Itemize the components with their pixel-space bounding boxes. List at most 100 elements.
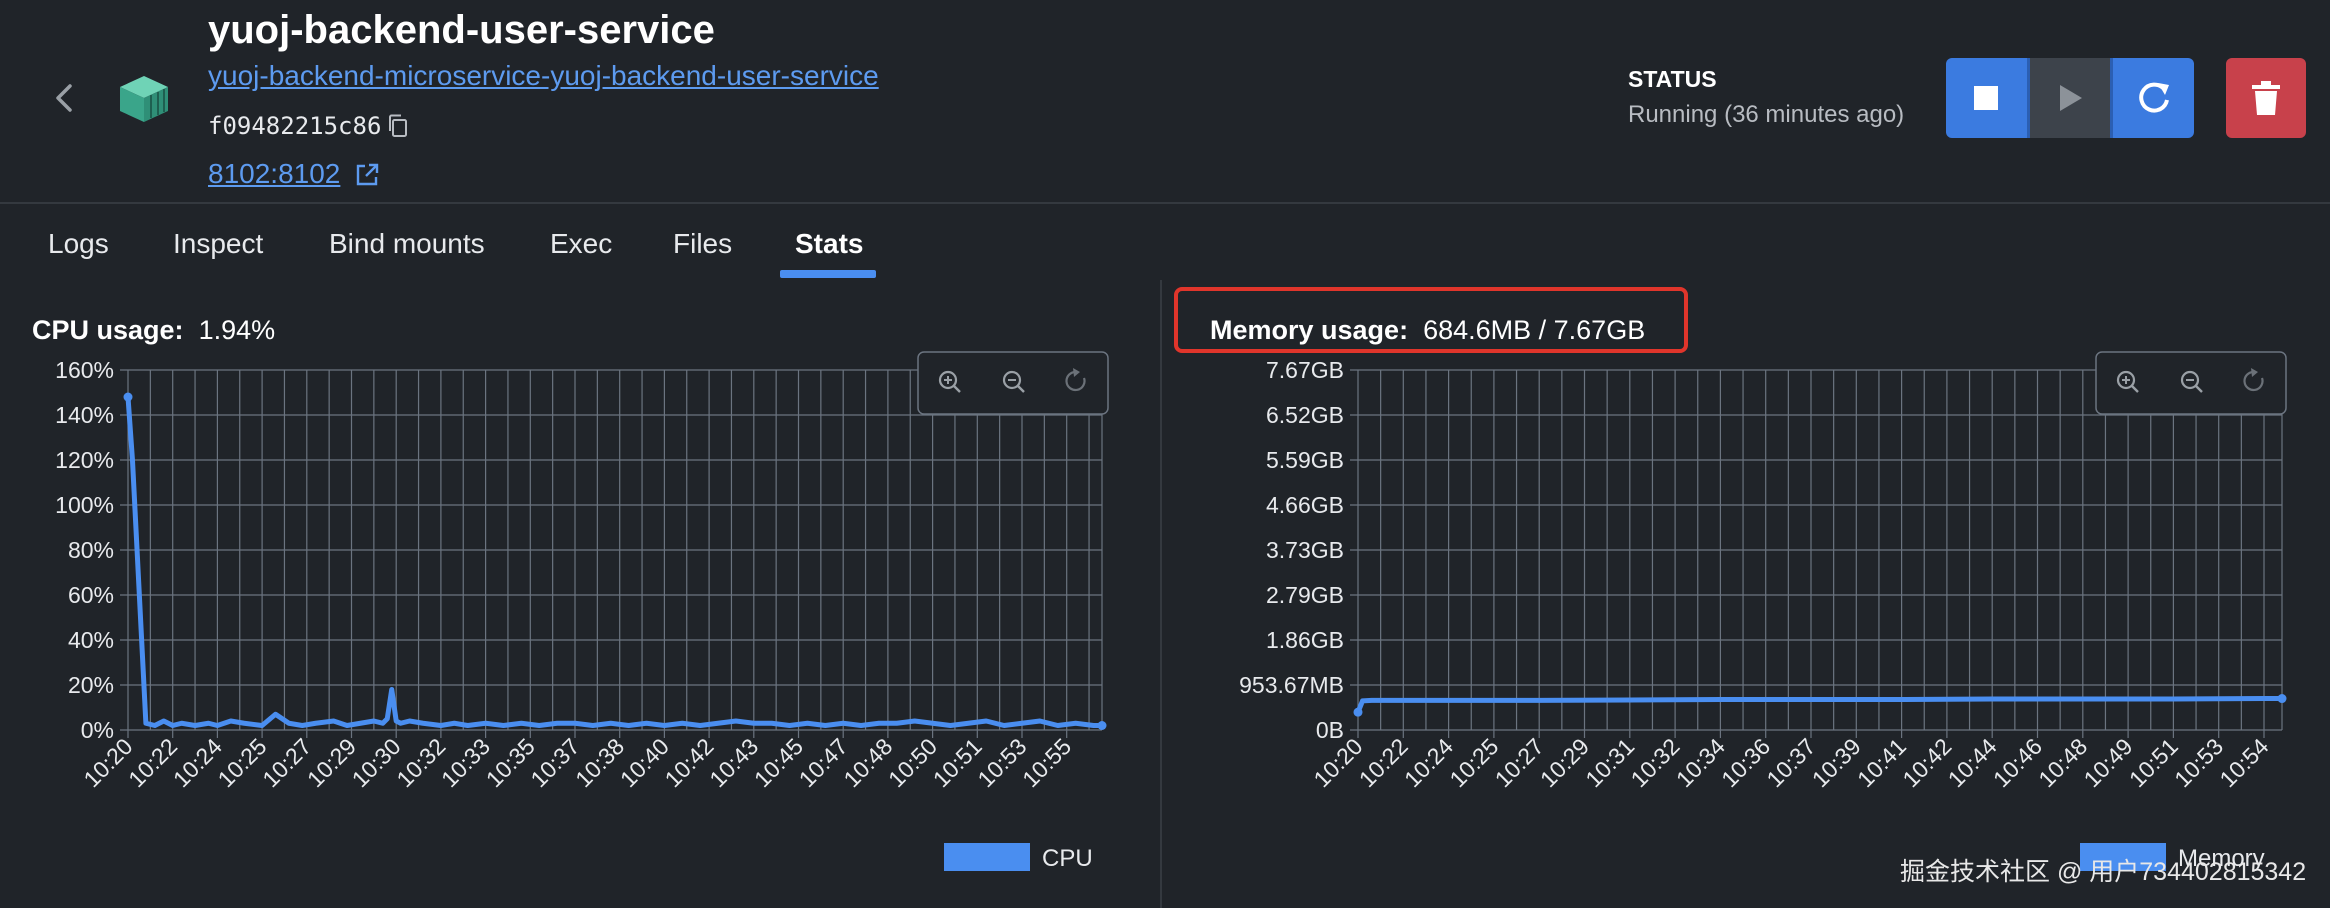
legend-swatch [944, 843, 1030, 871]
y-tick-label: 0B [1316, 717, 1344, 743]
y-tick-label: 6.52GB [1266, 402, 1344, 428]
status-value: Running (36 minutes ago) [1628, 101, 1905, 128]
x-tick-label: 10:39 [1807, 733, 1866, 792]
x-tick-label: 10:53 [2169, 733, 2228, 792]
x-tick-label: 10:42 [660, 733, 719, 792]
y-tick-label: 80% [68, 537, 114, 563]
y-tick-label: 160% [55, 357, 114, 383]
x-tick-label: 10:48 [2033, 733, 2092, 792]
x-tick-label: 10:51 [2124, 733, 2183, 792]
start-button[interactable] [2029, 58, 2111, 138]
x-tick-label: 10:48 [838, 733, 897, 792]
x-tick-label: 10:24 [168, 733, 227, 792]
zoom-toolbar [917, 351, 1109, 415]
tab-bar: Logs Inspect Bind mounts Exec Files Stat… [0, 204, 2330, 280]
x-tick-label: 10:53 [972, 733, 1031, 792]
x-tick-label: 10:29 [1535, 733, 1594, 792]
x-tick-label: 10:51 [928, 733, 987, 792]
page-title: yuoj-backend-user-service [208, 8, 715, 52]
y-tick-label: 140% [55, 402, 114, 428]
port-link[interactable]: 8102:8102 [208, 158, 340, 190]
x-tick-label: 10:41 [1852, 733, 1911, 792]
tab-bind-mounts[interactable]: Bind mounts [329, 228, 485, 260]
tab-logs[interactable]: Logs [48, 228, 109, 260]
x-tick-label: 10:40 [615, 733, 674, 792]
stop-button[interactable] [1946, 58, 2027, 138]
y-tick-label: 953.67MB [1239, 672, 1344, 698]
series-line [125, 396, 1102, 728]
y-tick-label: 4.66GB [1266, 492, 1344, 518]
external-link-icon[interactable] [354, 162, 380, 188]
y-tick-label: 100% [55, 492, 114, 518]
status-label: STATUS [1628, 66, 1717, 92]
x-tick-label: 10:42 [1897, 733, 1956, 792]
chevron-left-icon[interactable] [48, 78, 82, 118]
delete-button[interactable] [2226, 58, 2306, 138]
tab-stats[interactable]: Stats [795, 228, 863, 260]
x-tick-label: 10:24 [1399, 733, 1458, 792]
x-tick-label: 10:46 [1988, 733, 2047, 792]
x-tick-label: 10:32 [391, 733, 450, 792]
x-tick-label: 10:27 [257, 733, 316, 792]
x-tick-label: 10:25 [1444, 733, 1503, 792]
restart-icon [2138, 82, 2169, 113]
y-tick-label: 20% [68, 672, 114, 698]
x-tick-label: 10:22 [1354, 733, 1413, 792]
y-tick-label: 5.59GB [1266, 447, 1344, 473]
tab-inspect[interactable]: Inspect [173, 228, 263, 260]
y-tick-label: 7.67GB [1266, 357, 1344, 383]
container-id: f09482215c86 [208, 112, 382, 140]
x-tick-label: 10:31 [1580, 733, 1639, 792]
data-point [1097, 721, 1107, 730]
x-tick-label: 10:22 [123, 733, 182, 792]
container-header: yuoj-backend-user-service yuoj-backend-m… [0, 0, 2330, 202]
legend-label: CPU [1042, 845, 1093, 872]
x-tick-label: 10:30 [347, 733, 406, 792]
x-tick-label: 10:34 [1671, 733, 1730, 792]
stop-icon [1974, 86, 1999, 110]
restart-button[interactable] [2113, 58, 2194, 138]
x-tick-label: 10:35 [481, 733, 540, 792]
x-tick-label: 10:36 [1716, 733, 1775, 792]
cpu-chart: 0%20%40%60%80%100%120%140%160%10:2010:22… [55, 351, 1109, 872]
y-tick-label: 60% [68, 582, 114, 608]
x-tick-label: 10:33 [436, 733, 495, 792]
x-tick-label: 10:38 [570, 733, 629, 792]
copy-icon[interactable] [386, 113, 410, 139]
active-tab-indicator [780, 270, 876, 278]
x-tick-label: 10:49 [2079, 733, 2138, 792]
x-tick-label: 10:43 [704, 733, 763, 792]
container-cube-icon [118, 74, 170, 124]
x-tick-label: 10:55 [1017, 733, 1076, 792]
trash-icon [2252, 81, 2280, 115]
tab-files[interactable]: Files [673, 228, 732, 260]
y-tick-label: 0% [81, 717, 114, 743]
x-tick-label: 10:27 [1490, 733, 1549, 792]
compose-project-link[interactable]: yuoj-backend-microservice-yuoj-backend-u… [208, 60, 879, 92]
x-tick-label: 10:37 [1761, 733, 1820, 792]
x-tick-label: 10:44 [1943, 733, 2002, 792]
x-tick-label: 10:54 [2214, 733, 2273, 792]
container-controls [1946, 58, 2194, 138]
y-tick-label: 120% [55, 447, 114, 473]
y-tick-label: 3.73GB [1266, 537, 1344, 563]
y-tick-label: 40% [68, 627, 114, 653]
x-tick-label: 10:37 [525, 733, 584, 792]
series-line [1355, 696, 2282, 714]
tab-exec[interactable]: Exec [550, 228, 612, 260]
data-point [123, 392, 133, 402]
zoom-toolbar [2095, 351, 2287, 415]
x-tick-label: 10:45 [749, 733, 808, 792]
memory-chart: 0B 953.67MB 1.86GB 2.79GB 3.73GB 4.66GB 5.59GB… [1239, 351, 2287, 872]
x-tick-label: 10:47 [794, 733, 853, 792]
back-button[interactable] [48, 78, 82, 118]
x-tick-label: 10:50 [883, 733, 942, 792]
play-icon [2059, 85, 2082, 111]
y-tick-label: 1.86GB [1266, 627, 1344, 653]
x-tick-label: 10:32 [1626, 733, 1685, 792]
x-tick-label: 10:29 [302, 733, 361, 792]
watermark: 掘金技术社区 @ 用户734402815342 [1900, 858, 2307, 886]
data-point [1353, 707, 1363, 717]
data-point [2277, 694, 2287, 704]
x-tick-label: 10:25 [213, 733, 272, 792]
